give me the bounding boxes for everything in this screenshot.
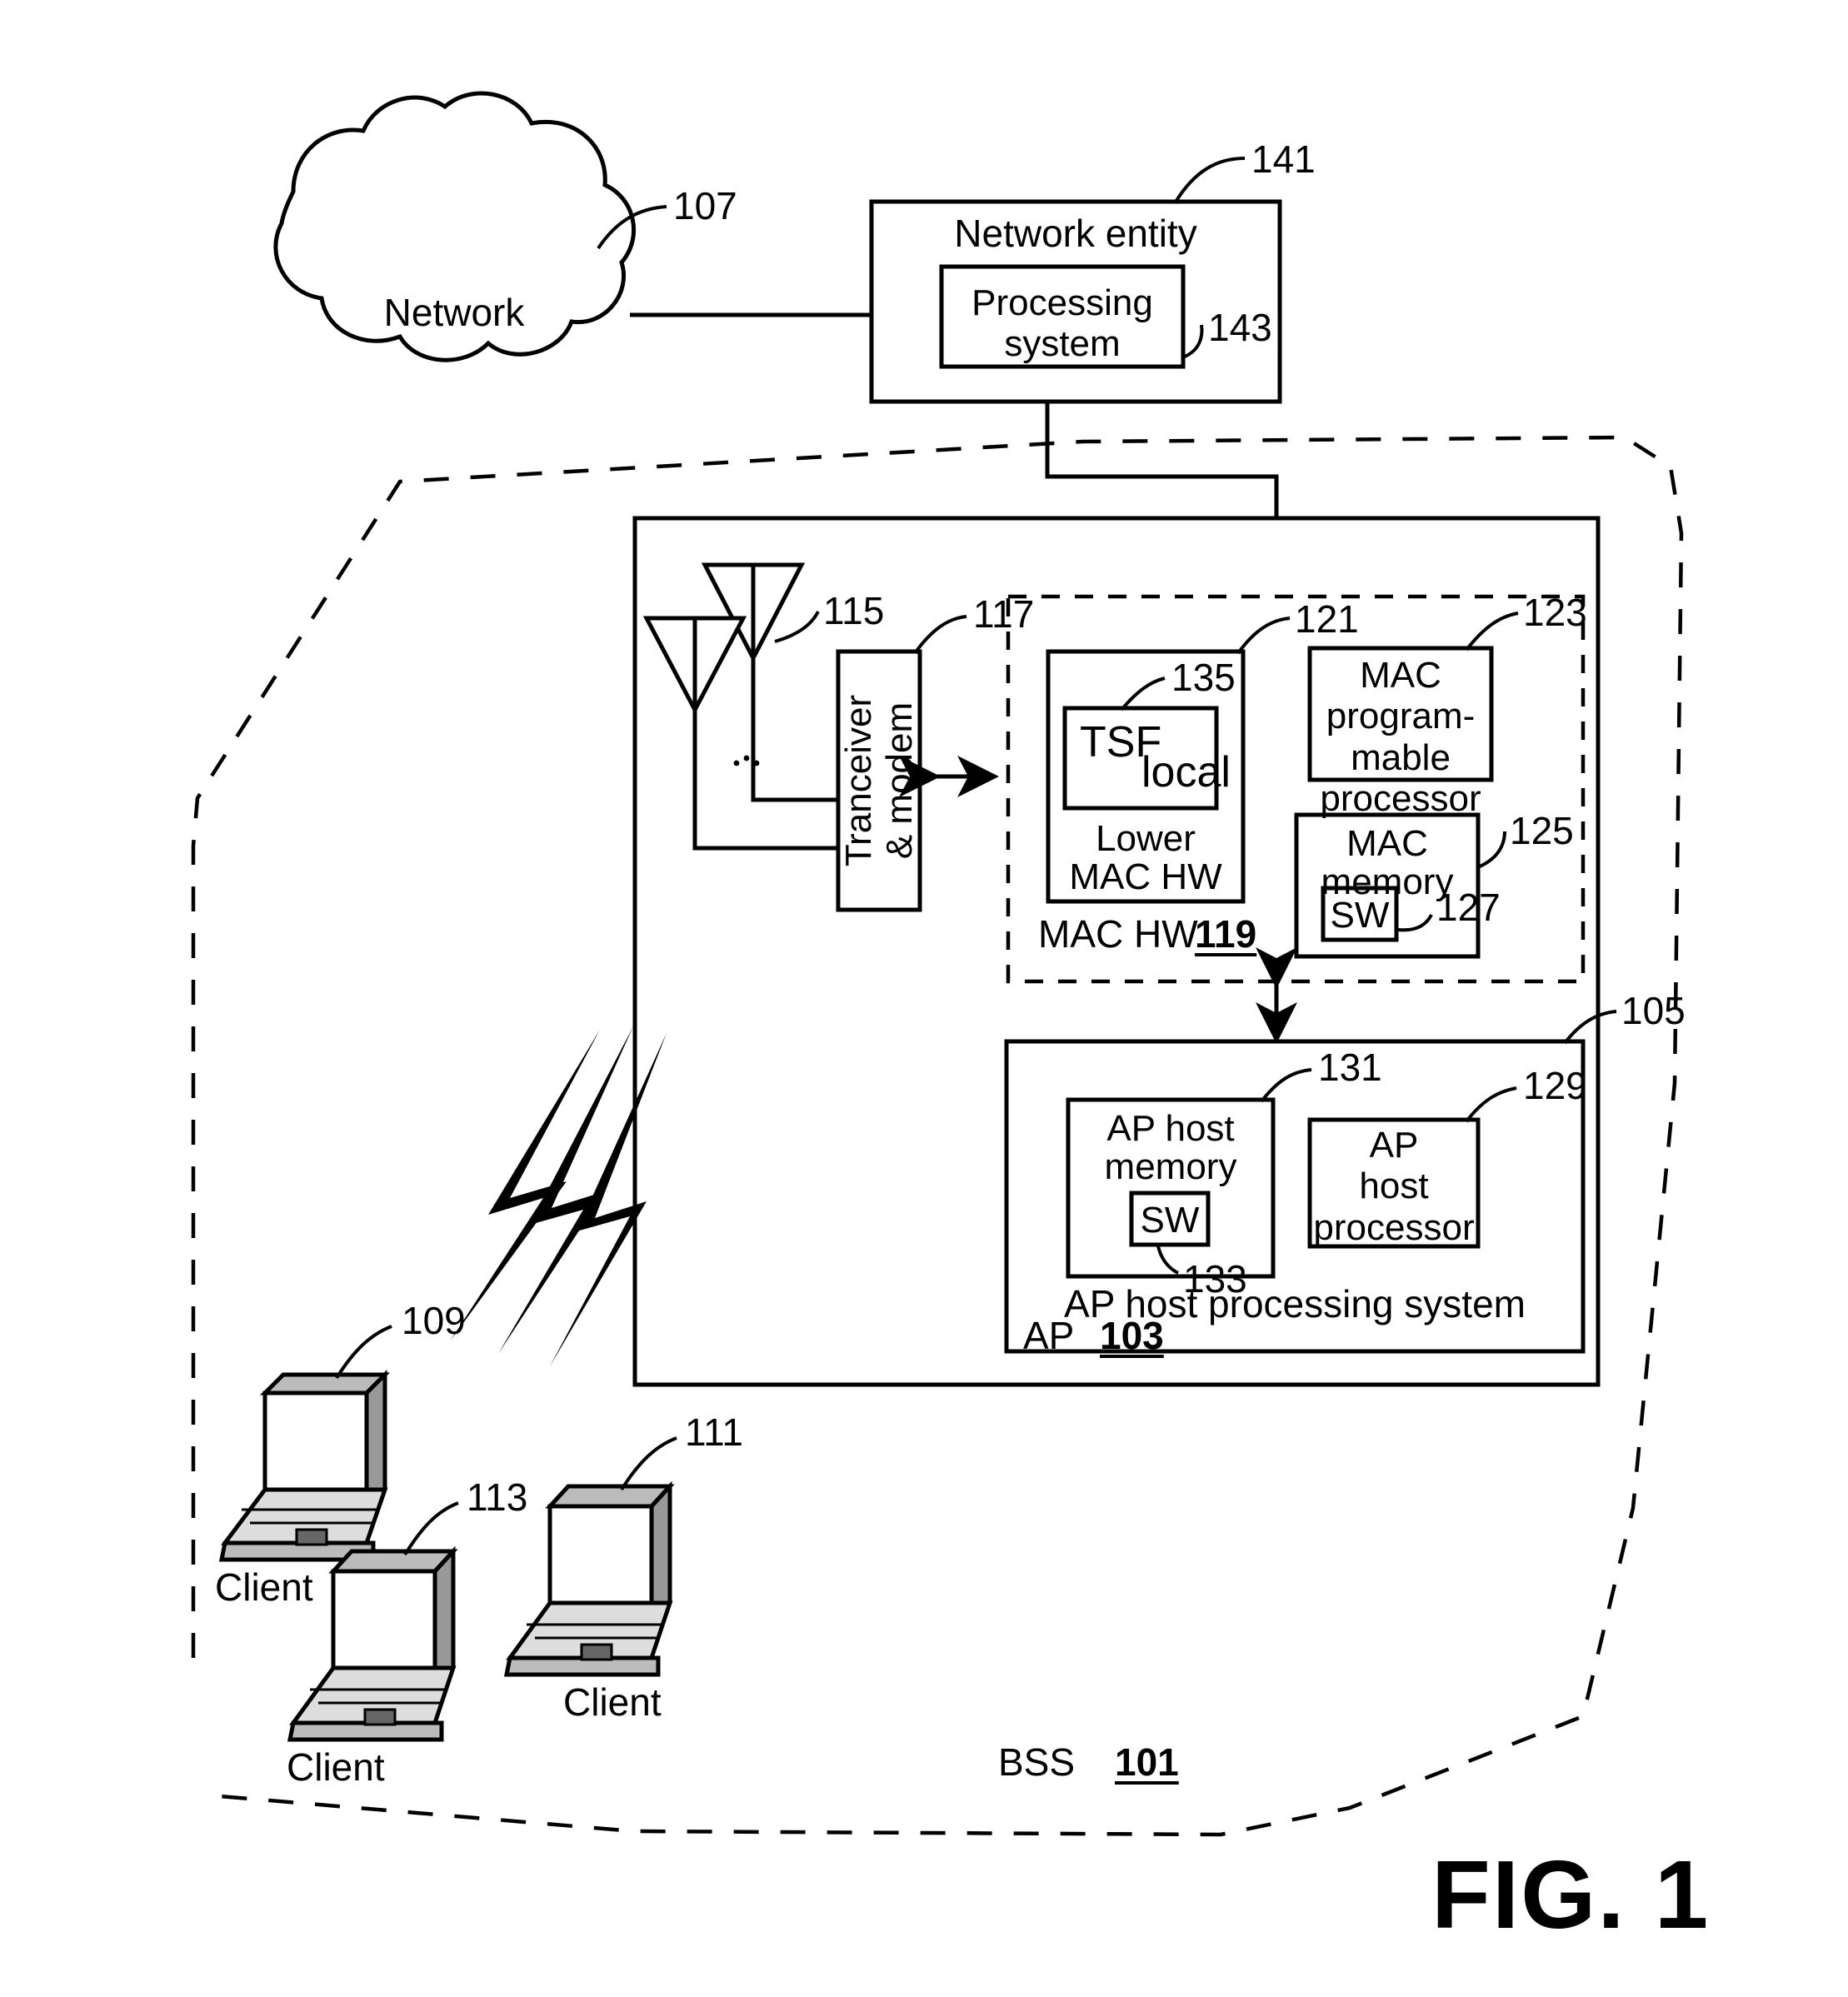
ref-143: 143	[1208, 306, 1272, 349]
ref-115: 115	[823, 589, 885, 632]
ref-129: 129	[1523, 1064, 1587, 1107]
transceiver-label-text: Tranceiver & modem	[838, 694, 921, 867]
processing-system-label-line1: Processing	[971, 282, 1153, 323]
mac-memory-sw-label: SW	[1330, 895, 1390, 936]
transceiver-label: Tranceiver & modem	[838, 652, 920, 910]
mac-memory-label-line1: MAC	[1346, 823, 1428, 864]
ap-host-memory-sw-label: SW	[1140, 1200, 1200, 1241]
ref-107: 107	[673, 184, 737, 227]
mac-hw-label: MAC HW	[1038, 912, 1198, 956]
laptop-icon-111	[503, 1480, 675, 1677]
ap-host-memory-label-line2: memory	[1104, 1146, 1237, 1187]
figure-vector-layer	[191, 91, 1684, 1837]
mac-programmable-processor-label-text: MAC program- mable processor	[1320, 655, 1481, 819]
tsf-local-label-sub: local	[1141, 748, 1231, 796]
lower-mac-hw-label-line1: Lower	[1096, 818, 1196, 859]
ref-117: 117	[973, 592, 1035, 636]
ap-host-processor-label-text: AP host processor	[1313, 1125, 1475, 1248]
ref-105: 105	[1621, 989, 1686, 1032]
lower-mac-hw-label-line2: MAC HW	[1069, 856, 1222, 897]
ref-103: 103	[1100, 1314, 1164, 1357]
ref-101: 101	[1115, 1740, 1179, 1784]
network-entity-label: Network entity	[954, 212, 1197, 255]
network-cloud-label: Network	[383, 291, 525, 334]
laptop-icon-109	[218, 1369, 391, 1562]
ref-111: 111	[685, 1410, 743, 1454]
lightning-bolt-icon-1	[450, 1030, 600, 1341]
patent-figure-1: Network 107 Network entity 141 Processin…	[0, 0, 1848, 1997]
ref-119: 119	[1195, 912, 1257, 956]
ref-121: 121	[1295, 597, 1359, 641]
processing-system-label-line2: system	[1004, 323, 1121, 364]
leader-109	[335, 1325, 392, 1380]
bss-label: BSS	[998, 1740, 1076, 1784]
ref-127: 127	[1436, 886, 1501, 929]
leader-111	[620, 1436, 677, 1491]
ref-109: 109	[402, 1299, 466, 1342]
ref-141: 141	[1251, 137, 1316, 181]
leader-113	[403, 1501, 459, 1556]
ref-133: 133	[1183, 1257, 1247, 1301]
leader-141	[1173, 157, 1246, 205]
client-1-label: Client	[215, 1565, 313, 1609]
ref-113: 113	[467, 1475, 528, 1519]
client-2-label: Client	[563, 1680, 662, 1724]
ap-host-processor-label: AP host processor	[1310, 1125, 1478, 1248]
lightning-bolt-icon-2	[498, 1026, 633, 1354]
ap-label: AP	[1023, 1314, 1075, 1357]
figure-caption: FIG. 1	[1431, 1840, 1711, 1949]
ref-135: 135	[1171, 656, 1236, 699]
client-3-label: Client	[287, 1745, 385, 1789]
ap-host-memory-label-line1: AP host	[1106, 1108, 1235, 1149]
ref-131: 131	[1318, 1046, 1382, 1089]
ref-125: 125	[1510, 809, 1574, 852]
ref-123: 123	[1523, 591, 1587, 634]
mac-programmable-processor-label: MAC program- mable processor	[1310, 655, 1491, 819]
ap-host-processing-system-label: AP host processing system	[1064, 1282, 1526, 1326]
laptop-icon-113	[287, 1545, 458, 1742]
